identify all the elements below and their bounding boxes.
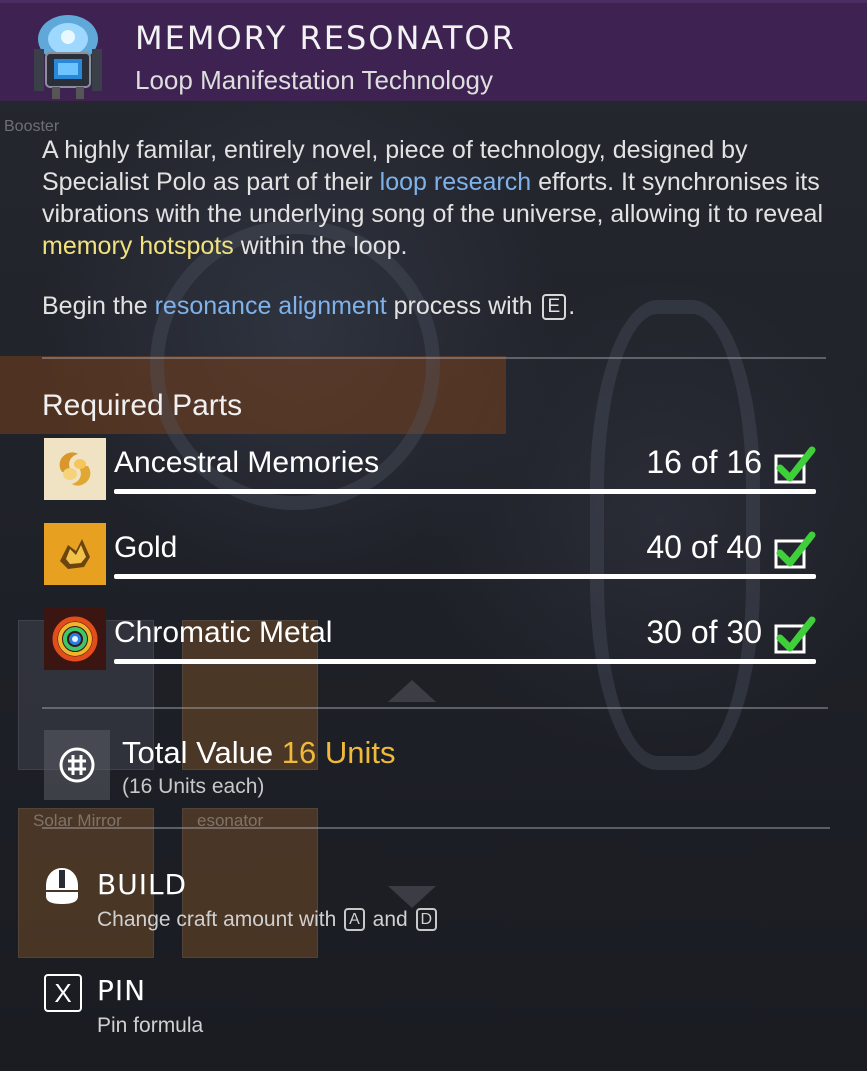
item-subtitle: Loop Manifestation Technology	[135, 65, 493, 95]
divider	[42, 827, 830, 829]
part-row: Chromatic Metal 30 of 30	[44, 608, 816, 672]
build-hint: Change craft amount with A and D	[97, 908, 439, 932]
part-count: 16 of 16	[646, 444, 762, 480]
instruction-text: .	[568, 292, 576, 320]
part-underline	[114, 574, 816, 579]
instruction-text: Begin the	[42, 292, 155, 320]
total-value: Total Value 16 Units	[122, 735, 395, 771]
part-underline	[114, 659, 816, 664]
background-tile-resonator: esonator	[182, 808, 318, 958]
description-link-loop-research: loop research	[379, 168, 532, 196]
pin-hint: Pin formula	[97, 1014, 204, 1037]
part-name: Gold	[114, 531, 178, 564]
build-hint-text: Change craft amount with	[97, 908, 343, 931]
item-title: MEMORY RESONATOR	[135, 19, 516, 57]
total-value-units: 16 Units	[281, 735, 396, 770]
instruction-text: process with	[386, 292, 540, 320]
chromatic-metal-icon	[44, 608, 106, 670]
pin-action[interactable]: PIN	[97, 974, 146, 1007]
description-link-memory-hotspots: memory hotspots	[42, 232, 234, 260]
units-currency-icon	[44, 730, 110, 800]
part-name: Chromatic Metal	[114, 616, 333, 649]
checkmark-icon	[774, 531, 816, 569]
divider	[42, 707, 828, 709]
background-down-arrow	[388, 886, 436, 908]
build-action[interactable]: BUILD	[97, 868, 187, 901]
key-x-icon: X	[44, 974, 82, 1012]
part-row: Gold 40 of 40	[44, 523, 816, 587]
part-row: Ancestral Memories 16 of 16	[44, 438, 816, 502]
item-header: MEMORY RESONATOR Loop Manifestation Tech…	[0, 0, 867, 101]
checkmark-icon	[774, 616, 816, 654]
value-each: (16 Units each)	[122, 775, 265, 798]
key-e-icon: E	[541, 294, 567, 320]
description-text: within the loop.	[233, 232, 408, 260]
memory-resonator-icon	[22, 9, 114, 101]
build-hint-text: and	[366, 908, 414, 931]
part-name: Ancestral Memories	[114, 446, 380, 479]
item-description: A highly familar, entirely novel, piece …	[42, 134, 832, 262]
total-value-label: Total Value	[122, 735, 274, 770]
ancestral-memories-icon	[44, 438, 106, 500]
required-parts-title: Required Parts	[42, 389, 243, 422]
divider	[42, 357, 826, 359]
key-d-icon: D	[415, 908, 438, 931]
checkmark-icon	[774, 446, 816, 484]
part-count: 30 of 30	[646, 614, 762, 650]
instruction-line: Begin the resonance alignment process wi…	[42, 292, 575, 321]
key-a-icon: A	[344, 908, 365, 931]
instruction-link: resonance alignment	[154, 292, 387, 320]
mouse-click-icon	[46, 868, 78, 904]
gold-icon	[44, 523, 106, 585]
background-up-arrow	[388, 680, 436, 702]
part-count: 40 of 40	[646, 529, 762, 565]
part-underline	[114, 489, 816, 494]
